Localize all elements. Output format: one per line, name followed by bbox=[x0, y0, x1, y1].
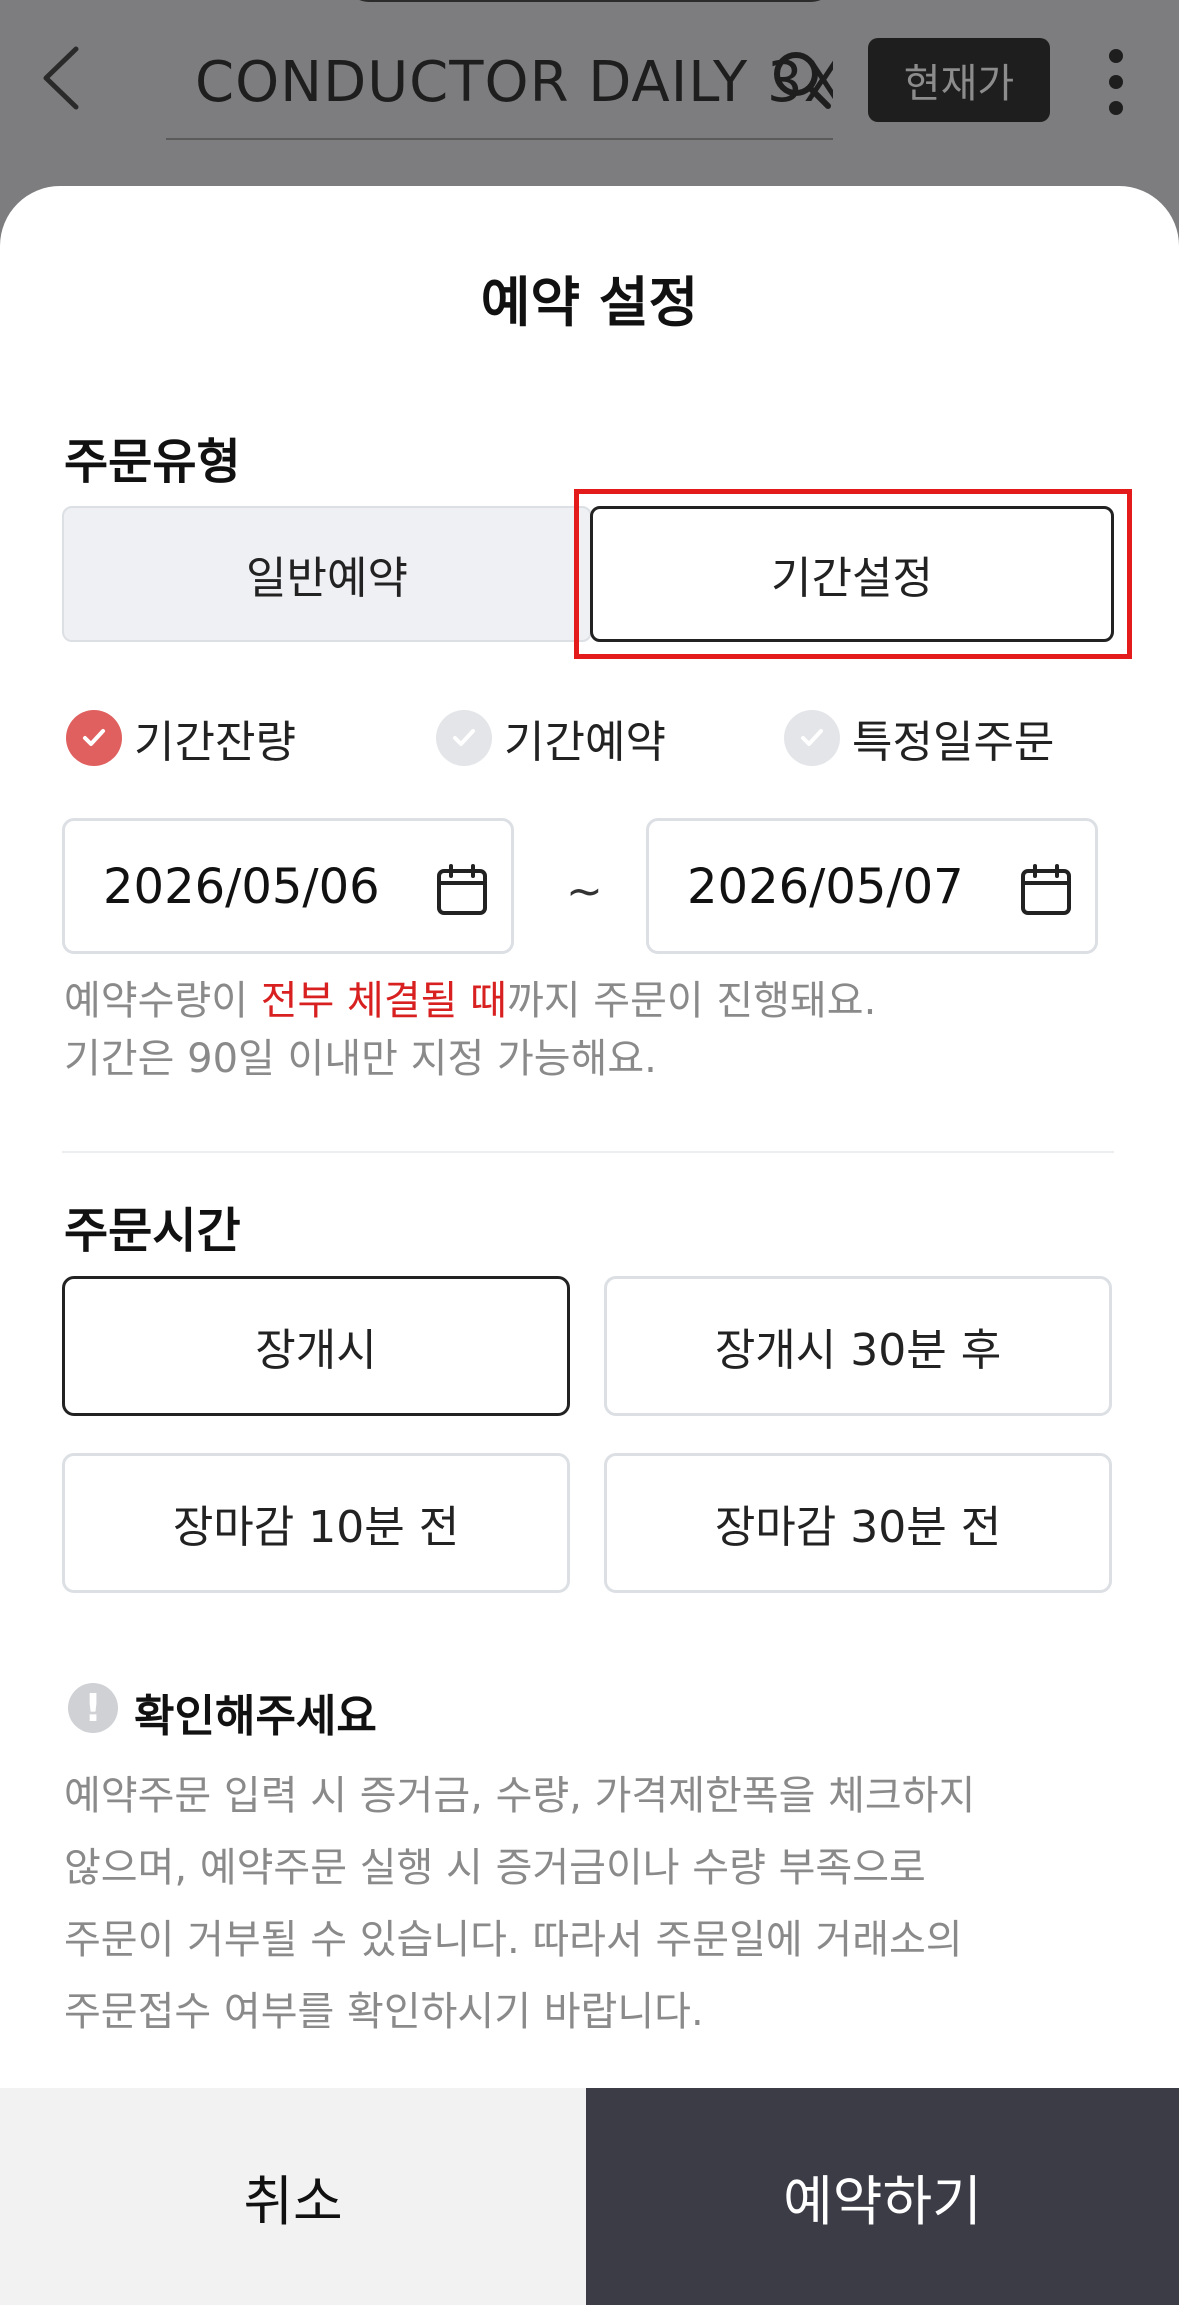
warning-title: 확인해주세요 bbox=[134, 1691, 377, 1742]
search-icon[interactable] bbox=[770, 48, 834, 112]
current-price-button[interactable]: 현재가 bbox=[868, 38, 1050, 122]
option-label: 기간예약 bbox=[504, 717, 666, 768]
check-icon bbox=[66, 710, 122, 766]
more-options-icon[interactable] bbox=[1096, 46, 1136, 118]
back-arrow-icon[interactable] bbox=[38, 45, 84, 111]
period-note-line2: 기간은 90일 이내만 지정 가능해요. bbox=[64, 1036, 657, 1082]
option-label: 기간잔량 bbox=[134, 717, 296, 768]
warning-icon: ! bbox=[68, 1683, 118, 1733]
time-close-minus-10-button[interactable]: 장마감 10분 전 bbox=[62, 1453, 570, 1593]
warning-line: 주문이 거부될 수 있습니다. 따라서 주문일에 거래소의 bbox=[64, 1917, 963, 1963]
warning-line: 않으며, 예약주문 실행 시 증거금이나 수량 부족으로 bbox=[64, 1845, 926, 1891]
camera-notch bbox=[340, 0, 840, 2]
section-divider bbox=[62, 1151, 1114, 1153]
reservation-settings-sheet: 예약 설정 주문유형 일반예약 기간설정 기간잔량 기간예약 특정일주문 202… bbox=[0, 186, 1179, 2305]
screen: CONDUCTOR DAILY 3X 현재가 예약 설정 주문유형 일반예약 기… bbox=[0, 0, 1179, 2305]
option-period-remaining[interactable]: 기간잔량 bbox=[66, 706, 296, 770]
option-period-reservation[interactable]: 기간예약 bbox=[436, 706, 666, 770]
order-time-label: 주문시간 bbox=[64, 1203, 241, 1259]
check-icon bbox=[784, 710, 840, 766]
end-date-value: 2026/05/07 bbox=[687, 859, 964, 915]
warning-line: 주문접수 여부를 확인하시기 바랍니다. bbox=[64, 1989, 704, 2035]
time-open-plus-30-button[interactable]: 장개시 30분 후 bbox=[604, 1276, 1112, 1416]
warning-line: 예약주문 입력 시 증거금, 수량, 가격제한폭을 체크하지 bbox=[64, 1773, 976, 1819]
option-specific-date-order[interactable]: 특정일주문 bbox=[784, 706, 1054, 770]
sheet-title: 예약 설정 bbox=[480, 271, 699, 334]
start-date-field[interactable]: 2026/05/06 bbox=[62, 818, 514, 954]
stock-title: CONDUCTOR DAILY 3X bbox=[195, 50, 833, 115]
end-date-field[interactable]: 2026/05/07 bbox=[646, 818, 1098, 954]
calendar-icon[interactable] bbox=[435, 863, 489, 917]
reserve-button[interactable]: 예약하기 bbox=[586, 2088, 1179, 2305]
start-date-value: 2026/05/06 bbox=[103, 859, 380, 915]
calendar-icon[interactable] bbox=[1019, 863, 1073, 917]
time-close-minus-30-button[interactable]: 장마감 30분 전 bbox=[604, 1453, 1112, 1593]
date-range-separator: ~ bbox=[566, 866, 603, 917]
order-type-label: 주문유형 bbox=[64, 434, 241, 490]
emphasis-text: 전부 체결될 때 bbox=[260, 978, 507, 1024]
warning-body: 예약주문 입력 시 증거금, 수량, 가격제한폭을 체크하지 않으며, 예약주문… bbox=[64, 1760, 1124, 2048]
stock-title-field[interactable]: CONDUCTOR DAILY 3X bbox=[166, 40, 833, 140]
time-market-open-button[interactable]: 장개시 bbox=[62, 1276, 570, 1416]
order-type-general-button[interactable]: 일반예약 bbox=[62, 506, 592, 642]
selection-highlight-box bbox=[574, 489, 1132, 659]
cancel-button[interactable]: 취소 bbox=[0, 2088, 586, 2305]
check-icon bbox=[436, 710, 492, 766]
period-note-line1: 예약수량이 전부 체결될 때까지 주문이 진행돼요. bbox=[64, 978, 877, 1024]
option-label: 특정일주문 bbox=[852, 717, 1055, 768]
